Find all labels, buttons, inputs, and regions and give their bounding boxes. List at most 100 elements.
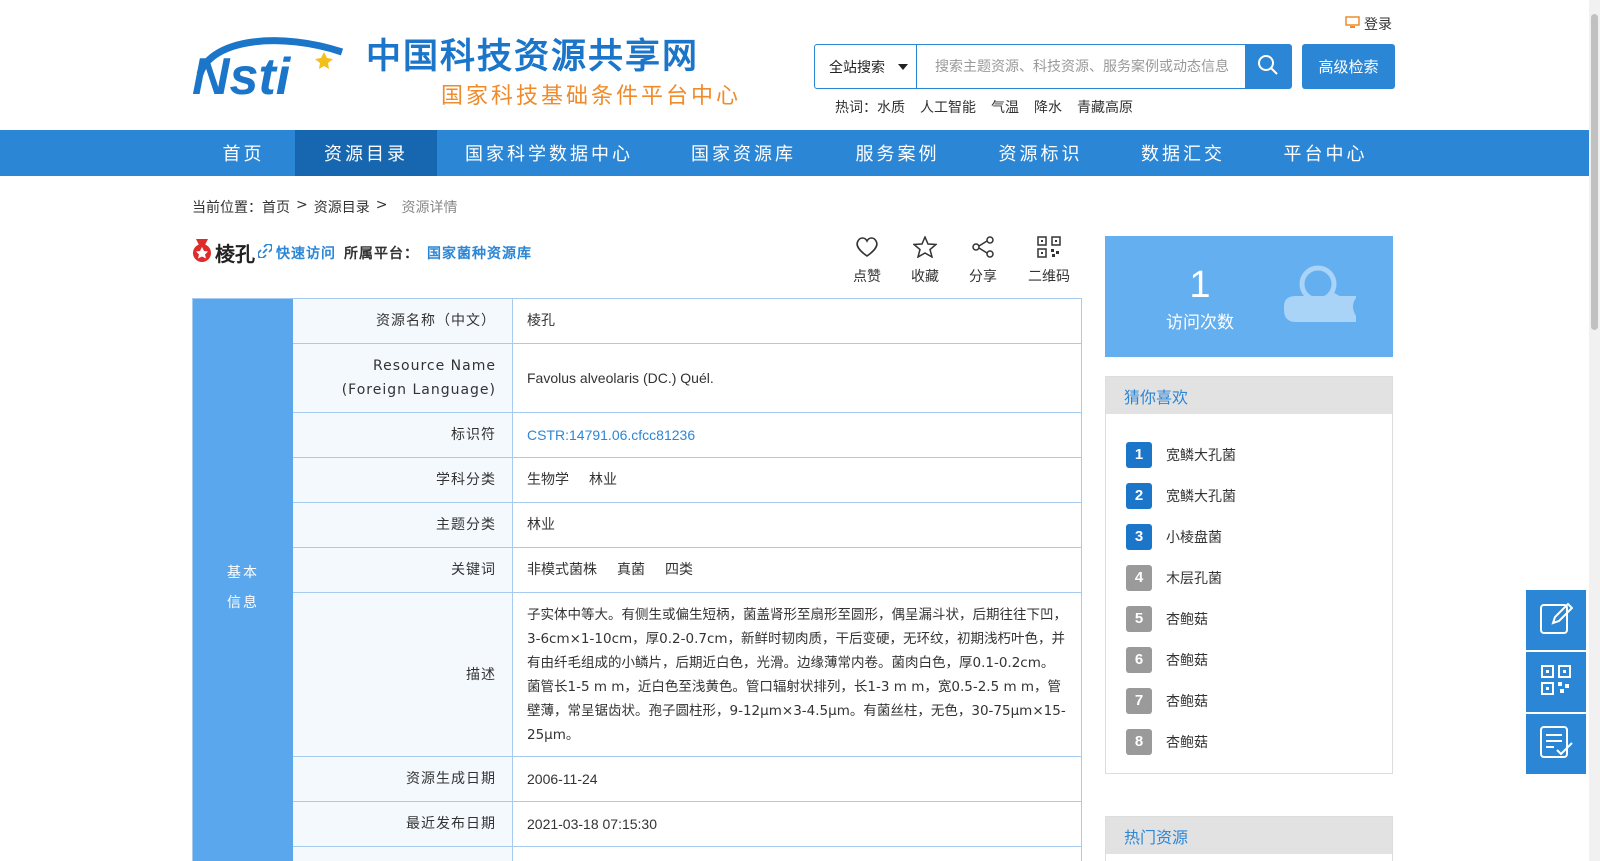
breadcrumb-current: 资源详情 bbox=[401, 200, 458, 216]
header: Nsti 中国科技资源共享网 国家科技基础条件平台中心 登录 全站搜索 高级检索… bbox=[0, 0, 1568, 130]
breadcrumb-catalog[interactable]: 资源目录 bbox=[314, 197, 370, 217]
advanced-search-button[interactable]: 高级检索 bbox=[1302, 44, 1395, 89]
list-item[interactable]: 2 宽鳞大孔菌 bbox=[1126, 475, 1392, 516]
list-item[interactable]: 1 宽鳞大孔菌 bbox=[1126, 434, 1392, 475]
hot-words: 热词： 水质 人工智能 气温 降水 青藏高原 bbox=[835, 97, 1133, 117]
rank-badge: 7 bbox=[1126, 687, 1152, 714]
hot-resources-title: 热门资源 bbox=[1106, 817, 1392, 854]
resource-title-row: 棱孔 快速访问 所属平台： 国家菌种资源库 bbox=[192, 238, 532, 267]
list-item[interactable]: 3 小棱盘菌 bbox=[1126, 516, 1392, 557]
field-label: 主题分类 bbox=[293, 503, 513, 547]
identifier-link[interactable]: CSTR:14791.06.cfcc81236 bbox=[513, 413, 1081, 457]
breadcrumb: 当前位置： 首页 > 资源目录 > 资源详情 bbox=[192, 197, 457, 217]
share-icon bbox=[971, 236, 995, 266]
edit-icon bbox=[1539, 601, 1574, 639]
created-date: 2006-11-24 bbox=[527, 771, 598, 787]
search-button[interactable] bbox=[1245, 45, 1291, 88]
site-subtitle: 国家科技基础条件平台中心 bbox=[441, 84, 742, 109]
subject-tag: 林业 bbox=[589, 472, 617, 488]
login-link[interactable]: 登录 bbox=[1345, 14, 1392, 34]
resource-title: 棱孔 bbox=[215, 242, 255, 266]
page-scrollbar[interactable] bbox=[1589, 0, 1600, 861]
search-scope-select[interactable]: 全站搜索 bbox=[815, 45, 917, 88]
heart-icon bbox=[855, 236, 879, 266]
basic-info-label: 基本 信息 bbox=[193, 299, 293, 861]
platform-link[interactable]: 国家菌种资源库 bbox=[427, 243, 532, 263]
table-row: 描述 子实体中等大。有侧生或偏生短柄，菌盖肾形至扇形至圆形，偶呈漏斗状，后期往往… bbox=[293, 593, 1081, 757]
nav-item-platform[interactable]: 平台中心 bbox=[1254, 130, 1397, 176]
search-icon bbox=[1257, 54, 1279, 80]
list-item[interactable]: 6 杏鲍菇 bbox=[1126, 639, 1392, 680]
keyword-tag: 真菌 bbox=[617, 562, 645, 578]
qrcode-icon bbox=[1037, 236, 1061, 266]
nav-item-science-data[interactable]: 国家科学数据中心 bbox=[437, 130, 661, 176]
qrcode-button[interactable]: 二维码 bbox=[1012, 236, 1086, 286]
scrollbar-thumb[interactable] bbox=[1591, 14, 1598, 330]
list-item-name: 宽鳞大孔菌 bbox=[1166, 447, 1236, 464]
field-label: 最近发布日期 bbox=[293, 802, 513, 846]
rank-badge: 4 bbox=[1126, 564, 1152, 591]
list-item[interactable]: 5 杏鲍菇 bbox=[1126, 598, 1392, 639]
field-label: 描述 bbox=[293, 593, 513, 756]
visit-count-card: 1 访问次数 bbox=[1105, 236, 1393, 357]
breadcrumb-sep: > bbox=[296, 197, 308, 213]
star-icon bbox=[912, 235, 938, 266]
visit-count: 1 bbox=[1189, 264, 1211, 306]
favorite-button[interactable]: 收藏 bbox=[896, 235, 954, 286]
table-row bbox=[293, 847, 1081, 861]
field-value bbox=[513, 847, 1081, 861]
breadcrumb-home[interactable]: 首页 bbox=[262, 197, 290, 217]
hot-word[interactable]: 人工智能 bbox=[920, 97, 976, 117]
subject-tag: 生物学 bbox=[527, 472, 569, 488]
hot-word[interactable]: 气温 bbox=[991, 97, 1019, 117]
rank-badge: 8 bbox=[1126, 728, 1152, 755]
guess-you-like-panel: 猜你喜欢 1 宽鳞大孔菌 2 宽鳞大孔菌 3 小棱盘菌 4 木层孔菌 5 杏鲍菇 6 杏鲍菇… bbox=[1105, 376, 1393, 774]
list-item[interactable]: 4 木层孔菌 bbox=[1126, 557, 1392, 598]
subject-tags: 生物学 林业 bbox=[513, 458, 1081, 502]
hot-word[interactable]: 降水 bbox=[1034, 97, 1062, 117]
favorite-label: 收藏 bbox=[911, 269, 939, 285]
nav-item-cases[interactable]: 服务案例 bbox=[826, 130, 969, 176]
nav-item-home[interactable]: 首页 bbox=[192, 130, 295, 176]
table-row: Resource Name (Foreign Language) Favolus … bbox=[293, 344, 1081, 413]
site-title: 中国科技资源共享网 bbox=[366, 37, 700, 77]
field-label: 资源生成日期 bbox=[293, 757, 513, 801]
hot-word[interactable]: 水质 bbox=[877, 97, 905, 117]
table-row: 标识符 CSTR:14791.06.cfcc81236 bbox=[293, 413, 1081, 458]
nav-item-resource-library[interactable]: 国家资源库 bbox=[661, 130, 826, 176]
breadcrumb-sep: > bbox=[375, 197, 388, 213]
published-date: 2021-03-18 07:15:30 bbox=[527, 816, 657, 832]
nav-item-catalog[interactable]: 资源目录 bbox=[295, 130, 437, 176]
quick-visit-link[interactable]: 快速访问 bbox=[276, 243, 336, 263]
resource-name-cn: 棱孔 bbox=[527, 313, 555, 329]
list-item[interactable]: 7 杏鲍菇 bbox=[1126, 680, 1392, 721]
hot-resources-panel: 热门资源 bbox=[1105, 816, 1393, 861]
qrcode-label: 二维码 bbox=[1028, 269, 1070, 285]
share-button[interactable]: 分享 bbox=[954, 236, 1012, 286]
table-row: 学科分类 生物学 林业 bbox=[293, 458, 1081, 503]
medal-icon bbox=[192, 238, 212, 267]
hot-words-label: 热词： bbox=[835, 100, 877, 116]
site-logo[interactable]: Nsti bbox=[192, 34, 356, 106]
checklist-float-button[interactable] bbox=[1526, 714, 1586, 774]
rank-badge: 3 bbox=[1126, 523, 1152, 550]
qrcode-float-button[interactable] bbox=[1526, 652, 1586, 712]
login-label: 登录 bbox=[1364, 17, 1392, 33]
platform-label: 所属平台： bbox=[344, 245, 419, 262]
list-item-name: 木层孔菌 bbox=[1166, 570, 1222, 587]
nav-item-data-submit[interactable]: 数据汇交 bbox=[1112, 130, 1254, 176]
list-item-name: 杏鲍菇 bbox=[1166, 611, 1208, 628]
list-item[interactable]: 8 杏鲍菇 bbox=[1126, 721, 1392, 762]
hot-word[interactable]: 青藏高原 bbox=[1077, 97, 1133, 117]
link-icon bbox=[257, 242, 273, 262]
like-label: 点赞 bbox=[853, 269, 881, 285]
feedback-button[interactable] bbox=[1526, 590, 1586, 650]
table-row: 资源名称（中文） 棱孔 bbox=[293, 299, 1081, 344]
search-input[interactable] bbox=[917, 45, 1245, 88]
field-label: Resource Name (Foreign Language) bbox=[293, 344, 513, 412]
like-button[interactable]: 点赞 bbox=[838, 236, 896, 286]
resource-info-table: 基本 信息 资源名称（中文） 棱孔 Resource Name (Foreign L… bbox=[192, 298, 1082, 861]
rank-badge: 5 bbox=[1126, 605, 1152, 632]
nav-item-identifier[interactable]: 资源标识 bbox=[969, 130, 1112, 176]
list-item-name: 小棱盘菌 bbox=[1166, 529, 1222, 546]
